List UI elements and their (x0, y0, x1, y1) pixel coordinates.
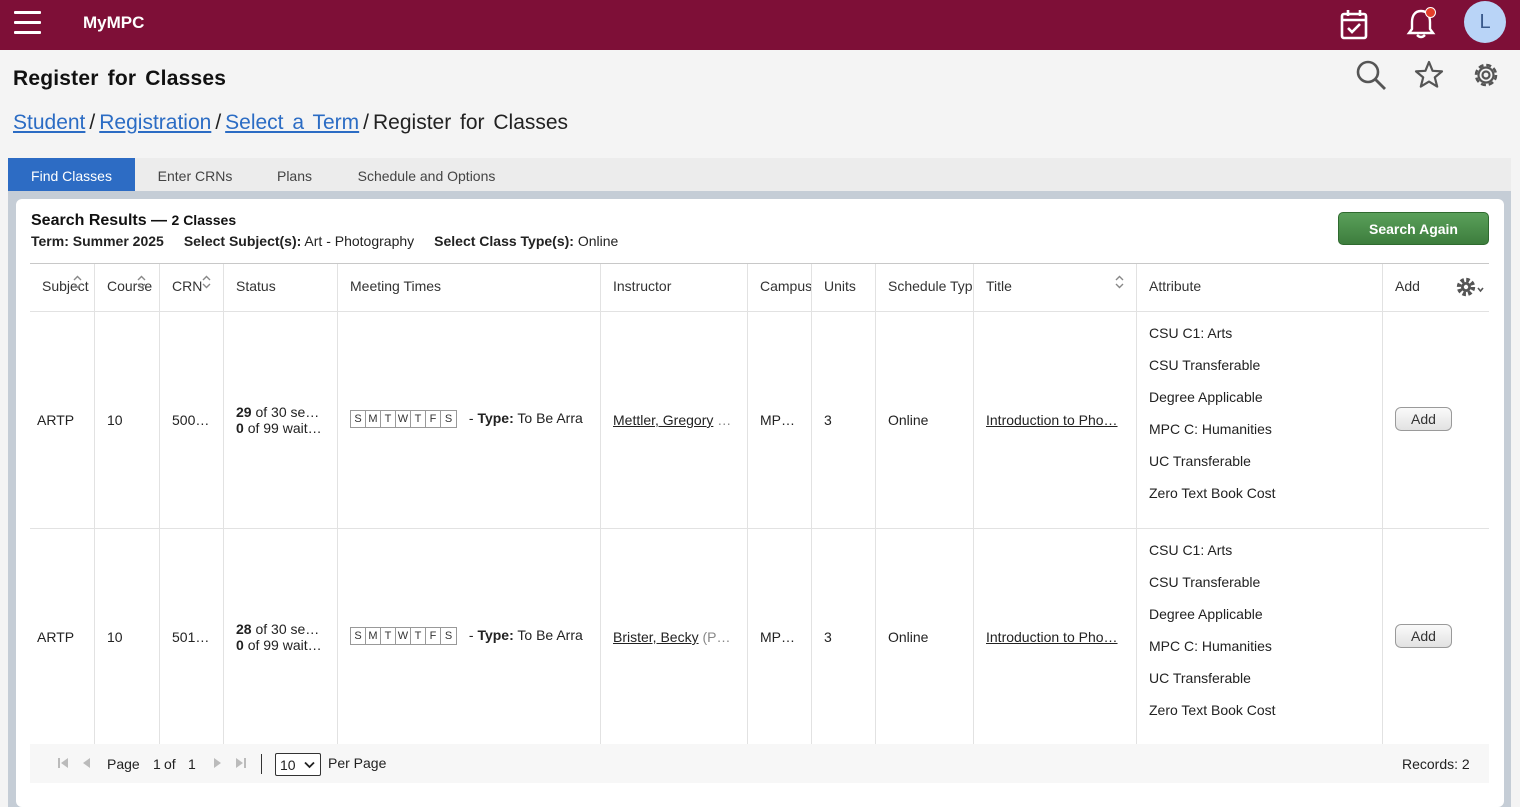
tab-plans[interactable]: Plans (266, 158, 323, 191)
per-page-select[interactable]: 10 (275, 753, 321, 776)
course-cell: 10 (107, 629, 123, 645)
pagination-bar: Page 1 of 1 10 Per Page Records: 2 (30, 744, 1489, 783)
top-bar: MyMPC L (0, 0, 1520, 50)
breadcrumb-select-a-term[interactable]: Select a Term (225, 111, 359, 134)
breadcrumb-student[interactable]: Student (13, 111, 85, 134)
notification-badge (1425, 7, 1436, 18)
schedule-type-cell: Online (888, 629, 929, 645)
page-header: Register for Classes Student / Registratio… (0, 50, 1520, 138)
column-header-schedule-type[interactable]: Schedule Typ (876, 264, 974, 311)
breadcrumb: Student / Registration / Select a Term / Regis… (13, 111, 569, 134)
page-current[interactable]: 1 (153, 756, 161, 772)
calendar-check-icon[interactable] (1336, 6, 1372, 42)
meeting-times-cell: SMTWTFS - Type: To Be Arra (350, 410, 583, 429)
records-count: Records: 2 (1402, 756, 1470, 772)
attribute-item: CSU C1: Arts (1149, 325, 1233, 341)
breadcrumb-registration[interactable]: Registration (99, 111, 211, 134)
campus-cell: MP… (760, 629, 795, 645)
attribute-item: CSU C1: Arts (1149, 542, 1233, 558)
attribute-item: Degree Applicable (1149, 606, 1263, 622)
results-table: Subject Course CRN Status Meeting Times … (30, 263, 1489, 746)
units-cell: 3 (824, 629, 832, 645)
avatar[interactable]: L (1464, 1, 1506, 43)
subject-cell: ARTP (37, 412, 75, 428)
table-row: ARTP 10 501… 28 of 30 se… 0 of 99 wait… … (30, 528, 1489, 746)
chevron-down-icon (304, 761, 315, 769)
attribute-item: Degree Applicable (1149, 389, 1263, 405)
attribute-item: MPC C: Humanities (1149, 421, 1272, 437)
previous-page-icon[interactable] (80, 756, 94, 770)
attribute-item: CSU Transferable (1149, 357, 1261, 373)
sort-icon[interactable] (73, 275, 82, 289)
attribute-item: Zero Text Book Cost (1149, 485, 1276, 501)
search-results-title: Search Results — 2 Classes (31, 212, 237, 229)
first-page-icon[interactable] (56, 756, 70, 770)
column-header-subject[interactable]: Subject (30, 264, 95, 311)
attribute-item: UC Transferable (1149, 453, 1251, 469)
attribute-cell: CSU C1: Arts CSU Transferable Degree App… (1137, 529, 1383, 746)
per-page-label: Per Page (328, 755, 387, 771)
page-of-label: of (164, 756, 176, 772)
subject-cell: ARTP (37, 629, 75, 645)
column-header-instructor[interactable]: Instructor (601, 264, 748, 311)
page-total: 1 (188, 756, 196, 772)
attribute-item: MPC C: Humanities (1149, 638, 1272, 654)
column-header-title[interactable]: Title (974, 264, 1137, 311)
tab-schedule-and-options[interactable]: Schedule and Options (346, 158, 507, 191)
search-again-button[interactable]: Search Again (1338, 212, 1489, 245)
star-icon[interactable] (1412, 58, 1446, 92)
tab-enter-crns[interactable]: Enter CRNs (142, 158, 248, 191)
meeting-days: SMTWTFS (350, 627, 457, 646)
bell-icon[interactable] (1403, 6, 1439, 42)
tab-find-classes[interactable]: Find Classes (8, 158, 135, 191)
last-page-icon[interactable] (234, 756, 248, 770)
search-criteria: Term: Summer 2025 Select Subject(s): Art … (31, 233, 619, 249)
sort-icon[interactable] (202, 275, 211, 289)
app-title[interactable]: MyMPC (83, 13, 144, 33)
sort-icon[interactable] (137, 275, 146, 289)
campus-cell: MP… (760, 412, 795, 428)
schedule-type-cell: Online (888, 412, 929, 428)
crn-cell: 501… (172, 629, 210, 645)
column-header-campus[interactable]: Campus (748, 264, 812, 311)
add-button[interactable]: Add (1395, 407, 1452, 431)
column-header-attribute[interactable]: Attribute (1137, 264, 1383, 311)
units-cell: 3 (824, 412, 832, 428)
results-count: 2 Classes (171, 212, 237, 228)
sort-icon[interactable] (1115, 275, 1124, 289)
page-title: Register for Classes (13, 67, 227, 90)
column-header-units[interactable]: Units (812, 264, 876, 311)
attribute-cell: CSU C1: Arts CSU Transferable Degree App… (1137, 312, 1383, 529)
gear-icon[interactable] (1469, 58, 1503, 92)
meeting-days: SMTWTFS (350, 410, 457, 429)
title-link[interactable]: Introduction to Pho… (986, 629, 1118, 645)
pager-divider (261, 754, 262, 774)
status-cell: 29 of 30 se… 0 of 99 wait… (236, 404, 322, 436)
add-button[interactable]: Add (1395, 624, 1452, 648)
table-row: ARTP 10 500… 29 of 30 se… 0 of 99 wait… … (30, 311, 1489, 529)
column-settings-icon[interactable] (1454, 275, 1486, 299)
column-header-course[interactable]: Course (95, 264, 160, 311)
breadcrumb-current: Register for Classes (373, 111, 569, 134)
attribute-item: Zero Text Book Cost (1149, 702, 1276, 718)
meeting-times-cell: SMTWTFS - Type: To Be Arra (350, 627, 583, 646)
attribute-item: UC Transferable (1149, 670, 1251, 686)
menu-icon[interactable] (14, 10, 42, 38)
column-header-status[interactable]: Status (224, 264, 338, 311)
crn-cell: 500… (172, 412, 210, 428)
tab-bar: Find Classes Enter CRNs Plans Schedule a… (8, 158, 1511, 191)
next-page-icon[interactable] (210, 756, 224, 770)
instructor-link[interactable]: Mettler, Gregory (613, 412, 713, 428)
search-icon[interactable] (1354, 58, 1388, 92)
page-label: Page (107, 756, 140, 772)
instructor-link[interactable]: Brister, Becky (613, 629, 699, 645)
attribute-item: CSU Transferable (1149, 574, 1261, 590)
column-header-crn[interactable]: CRN (160, 264, 224, 311)
status-cell: 28 of 30 se… 0 of 99 wait… (236, 621, 322, 653)
course-cell: 10 (107, 412, 123, 428)
title-link[interactable]: Introduction to Pho… (986, 412, 1118, 428)
column-header-meeting-times[interactable]: Meeting Times (338, 264, 601, 311)
